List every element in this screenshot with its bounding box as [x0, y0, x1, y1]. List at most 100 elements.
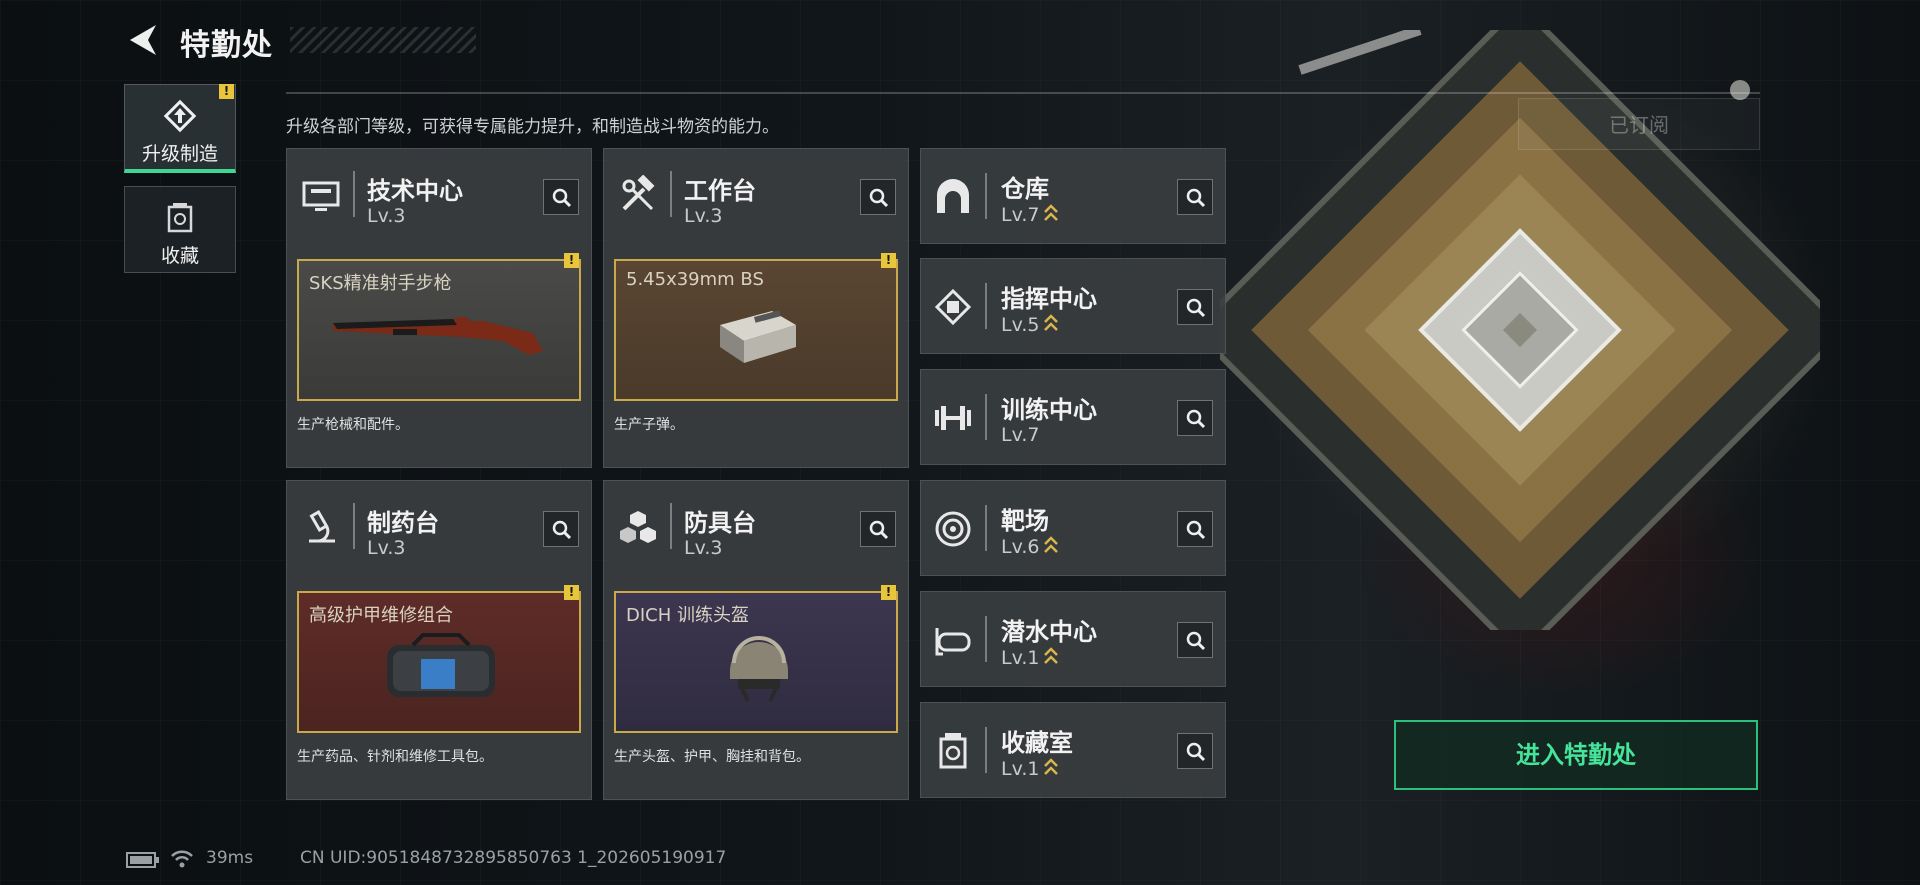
trophy-case-icon: [939, 733, 967, 769]
search-icon: [552, 520, 572, 540]
rifle-image: [333, 317, 543, 355]
sidebar-item-label: 收藏: [160, 245, 199, 267]
department-card-diving-center[interactable]: 潜水中心 Lv.1: [920, 591, 1226, 687]
search-icon: [1186, 631, 1206, 651]
search-icon: [1186, 298, 1206, 318]
workshop-name: 防具台: [684, 509, 756, 537]
level-text: Lv.1: [1001, 758, 1040, 780]
alert-badge: !: [881, 585, 896, 600]
department-name: 靶场: [1001, 507, 1049, 535]
repair-kit-bag-image: [387, 633, 495, 697]
collection-icon: [167, 203, 193, 233]
workshop-level: Lv.3: [684, 205, 723, 227]
search-button[interactable]: [860, 511, 896, 547]
search-button[interactable]: [1177, 400, 1213, 436]
upgrade-arrows-icon: [1044, 758, 1059, 775]
product-slot[interactable]: DICH 训练头盔: [614, 591, 898, 733]
department-level: Lv.1: [1001, 757, 1059, 780]
level-text: Lv.7: [1001, 204, 1040, 226]
level-text: Lv.5: [1001, 314, 1040, 336]
workshop-level: Lv.3: [684, 537, 723, 559]
department-name: 训练中心: [1001, 396, 1097, 424]
department-card-command-center[interactable]: 指挥中心 Lv.5: [920, 258, 1226, 354]
upgrade-arrows-icon: [1044, 647, 1059, 664]
alert-badge: !: [564, 585, 579, 600]
workshop-card-tech-center[interactable]: 技术中心 Lv.3 SKS精准射手步枪 ! 生产枪械和配件。: [286, 148, 592, 468]
ammo-box-image: [720, 310, 796, 363]
department-name: 仓库: [1001, 175, 1049, 203]
search-button[interactable]: [1177, 511, 1213, 547]
search-button[interactable]: [543, 179, 579, 215]
search-button[interactable]: [860, 179, 896, 215]
title-decoration: [290, 27, 476, 53]
department-name: 收藏室: [1001, 729, 1073, 757]
subscribed-label: 已订阅: [1518, 98, 1760, 150]
warehouse-icon: [937, 179, 969, 213]
department-card-training-center[interactable]: 训练中心 Lv.7: [920, 369, 1226, 465]
technology-monitor-icon: [302, 181, 340, 211]
command-chip-icon: [934, 288, 972, 326]
workshop-level: Lv.3: [367, 205, 406, 227]
level-text: Lv.6: [1001, 536, 1040, 558]
armor-blocks-icon: [620, 511, 656, 543]
department-level: Lv.7: [1001, 424, 1039, 446]
ping-text: 39ms: [206, 848, 254, 868]
page-description: 升级各部门等级，可获得专属能力提升，和制造战斗物资的能力。: [286, 117, 779, 137]
battery-icon: [126, 852, 159, 868]
hammer-wrench-icon: [622, 175, 655, 211]
alert-badge: !: [564, 253, 579, 268]
product-slot[interactable]: 5.45x39mm BS: [614, 259, 898, 401]
alert-badge: !: [219, 84, 234, 99]
sidebar-item-collection[interactable]: 收藏: [124, 186, 236, 273]
department-level: Lv.7: [1001, 203, 1059, 226]
helmet-image: [730, 636, 788, 702]
product-name: SKS精准射手步枪: [309, 273, 452, 294]
search-button[interactable]: [1177, 622, 1213, 658]
search-button[interactable]: [1177, 289, 1213, 325]
search-button[interactable]: [543, 511, 579, 547]
search-button[interactable]: [1177, 733, 1213, 769]
uid-text: CN UID:9051848732895850763 1_20260519091…: [300, 848, 727, 868]
workshop-card-pharmacy[interactable]: 制药台 Lv.3 高级护甲维修组合 ! 生产药品、针剂和维修工具包。: [286, 480, 592, 800]
product-name: 高级护甲维修组合: [309, 605, 453, 626]
search-icon: [869, 520, 889, 540]
product-description: 生产药品、针剂和维修工具包。: [297, 749, 493, 765]
department-card-shooting-range[interactable]: 靶场 Lv.6: [920, 480, 1226, 576]
microscope-icon: [309, 510, 335, 543]
workshop-level: Lv.3: [367, 537, 406, 559]
department-level: Lv.6: [1001, 535, 1059, 558]
product-description: 生产子弹。: [614, 417, 684, 433]
product-name: DICH 训练头盔: [626, 605, 749, 626]
enter-special-ops-button[interactable]: 进入特勤处: [1394, 720, 1758, 790]
workshop-card-armor[interactable]: 防具台 Lv.3 DICH 训练头盔 ! 生产头盔、护甲、胸挂和背包。: [603, 480, 909, 800]
upgrade-arrows-icon: [1044, 314, 1059, 331]
product-slot[interactable]: SKS精准射手步枪: [297, 259, 581, 401]
product-description: 生产枪械和配件。: [297, 417, 409, 433]
alert-badge: !: [881, 253, 896, 268]
department-level: Lv.1: [1001, 646, 1059, 669]
search-button[interactable]: [1177, 179, 1213, 215]
target-icon: [935, 511, 971, 547]
department-card-collection-room[interactable]: 收藏室 Lv.1: [920, 702, 1226, 798]
workshop-name: 制药台: [367, 509, 439, 537]
back-arrow-icon[interactable]: [126, 22, 160, 58]
wifi-icon: [171, 850, 193, 868]
workshop-name: 技术中心: [367, 177, 463, 205]
page-title: 特勤处: [180, 28, 273, 63]
product-name: 5.45x39mm BS: [626, 269, 764, 290]
upgrade-arrows-icon: [1044, 204, 1059, 221]
product-slot[interactable]: 高级护甲维修组合: [297, 591, 581, 733]
upgrade-icon: [163, 99, 197, 133]
search-icon: [1186, 520, 1206, 540]
workshop-name: 工作台: [684, 177, 756, 205]
product-description: 生产头盔、护甲、胸挂和背包。: [614, 749, 810, 765]
search-icon: [1186, 188, 1206, 208]
diving-mask-icon: [935, 628, 971, 656]
search-icon: [869, 188, 889, 208]
level-text: Lv.1: [1001, 647, 1040, 669]
workshop-card-workbench[interactable]: 工作台 Lv.3 5.45x39mm BS ! 生产子弹。: [603, 148, 909, 468]
search-icon: [1186, 742, 1206, 762]
department-name: 潜水中心: [1001, 618, 1097, 646]
department-card-warehouse[interactable]: 仓库 Lv.7: [920, 148, 1226, 244]
dumbbell-icon: [935, 406, 971, 430]
